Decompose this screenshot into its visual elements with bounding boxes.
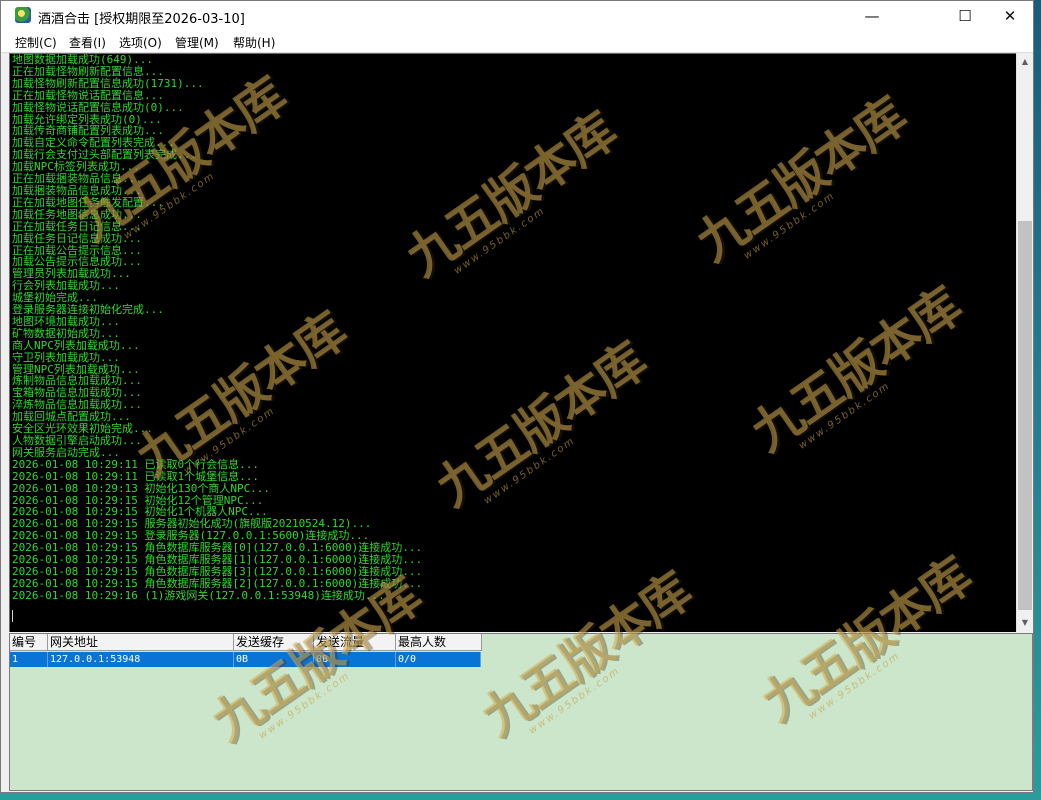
column-header-send-buffer[interactable]: 发送缓存 <box>234 634 314 651</box>
menu-bar: 控制(C) 查看(I) 选项(O) 管理(M) 帮助(H) <box>1 31 1033 53</box>
log-line: 2026-01-08 10:29:11 已读取0个行会信息... <box>12 457 259 471</box>
log-line: 加载怪物说话配置信息成功(0)... <box>12 100 184 114</box>
log-console[interactable]: 地图数据加载成功(649)... 正在加载怪物刷新配置信息... 加载怪物刷新配置信… <box>9 53 1016 632</box>
menu-manage[interactable]: 管理(M) <box>175 34 219 51</box>
menu-view[interactable]: 查看(I) <box>69 34 106 51</box>
main-window: 酒酒合击 [授权期限至2026-03-10] — ☐ ✕ 控制(C) 查看(I)… <box>0 0 1034 793</box>
menu-control[interactable]: 控制(C) <box>15 34 57 51</box>
column-header-address[interactable]: 网关地址 <box>48 634 234 651</box>
log-line: 加载任务地图信息成功... <box>12 207 142 221</box>
cell-id: 1 <box>10 652 48 667</box>
column-header-send-traffic[interactable]: 发送流量 <box>314 634 396 651</box>
log-line: 2026-01-08 10:29:15 角色数据库服务器[2](127.0.0.… <box>12 576 423 590</box>
log-line: 守卫列表加载成功... <box>12 350 120 364</box>
column-header-id[interactable]: 编号 <box>10 634 48 651</box>
minimize-button[interactable]: — <box>849 1 895 31</box>
menu-options[interactable]: 选项(O) <box>119 34 162 51</box>
scroll-down-arrow-icon[interactable]: ▼ <box>1017 614 1033 631</box>
console-scrollbar[interactable]: ▲ ▼ <box>1016 53 1033 632</box>
log-line: 2026-01-08 10:29:11 已读取1个城堡信息... <box>12 469 259 483</box>
cell-max-users: 0/0 <box>396 652 481 667</box>
scroll-up-arrow-icon[interactable]: ▲ <box>1017 53 1033 70</box>
text-caret <box>12 610 13 622</box>
window-title: 酒酒合击 [授权期限至2026-03-10] <box>38 12 245 27</box>
close-button[interactable]: ✕ <box>987 1 1033 31</box>
maximize-button[interactable]: ☐ <box>942 1 988 31</box>
title-bar[interactable]: 酒酒合击 [授权期限至2026-03-10] — ☐ ✕ <box>1 1 1033 31</box>
cell-send-buffer: 0B <box>234 652 314 667</box>
cell-address: 127.0.0.1:53948 <box>48 652 234 667</box>
app-icon <box>15 7 31 23</box>
log-line: 正在加载地图任务触发配置... <box>12 195 164 209</box>
log-line: 2026-01-08 10:29:13 初始化130个商人NPC... <box>12 481 271 495</box>
scroll-thumb[interactable] <box>1018 221 1032 610</box>
log-line: 加载怪物刷新配置信息成功(1731)... <box>12 76 204 90</box>
log-list: 地图数据加载成功(649)... 正在加载怪物刷新配置信息... 加载怪物刷新配置信… <box>12 54 422 602</box>
cell-send-traffic: 0B <box>314 652 396 667</box>
log-line: 正在加载怪物说话配置信息... <box>12 88 164 102</box>
gateway-list[interactable]: 编号 网关地址 发送缓存 发送流量 最高人数 1 127.0.0.1:53948… <box>9 633 1033 791</box>
table-row[interactable]: 1 127.0.0.1:53948 0B 0B 0/0 <box>10 652 481 667</box>
log-line: 正在加载任务日记信息... <box>12 219 142 233</box>
column-header-max-users[interactable]: 最高人数 <box>396 634 482 651</box>
log-line: 矿物数据初始成功... <box>12 326 120 340</box>
log-line: 2026-01-08 10:29:16 (1)游戏网关(127.0.0.1:53… <box>12 588 385 602</box>
menu-help[interactable]: 帮助(H) <box>233 34 275 51</box>
log-line: 加载任务日记信息成功... <box>12 231 142 245</box>
log-line: 商人NPC列表加载成功... <box>12 338 140 352</box>
